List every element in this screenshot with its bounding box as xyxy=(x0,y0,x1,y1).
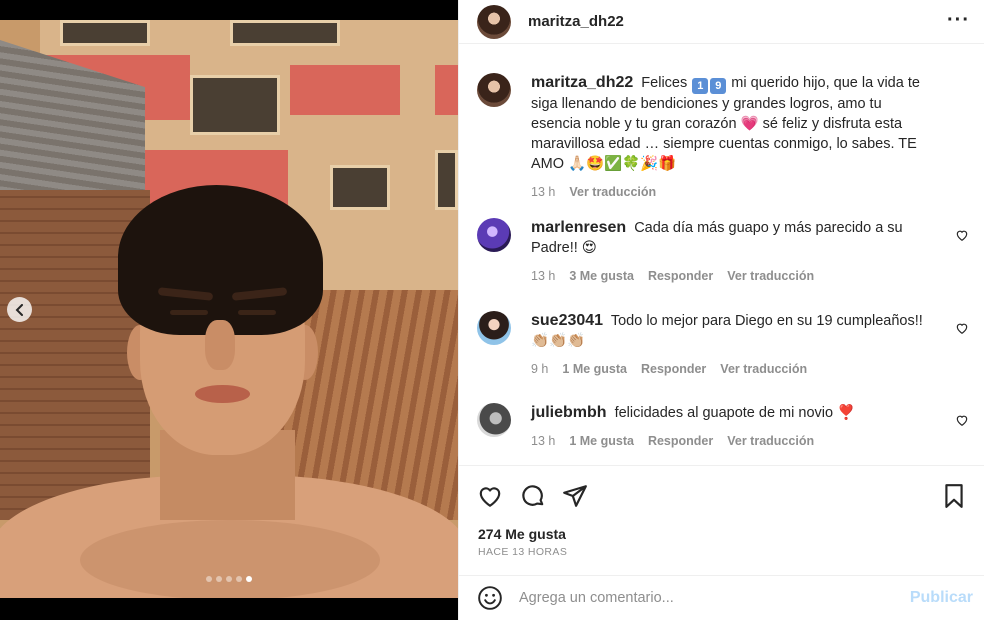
reply-link[interactable]: Responder xyxy=(641,359,706,379)
carousel-dot xyxy=(246,576,252,582)
comment-likes[interactable]: 1 Me gusta xyxy=(562,359,627,379)
comment-likes[interactable]: 1 Me gusta xyxy=(569,431,634,451)
comment-item: juliebmbh felicidades al guapote de mi n… xyxy=(477,385,969,451)
carousel-dot xyxy=(226,576,232,582)
bookmark-icon[interactable] xyxy=(941,483,967,509)
avatar[interactable] xyxy=(477,4,511,39)
caption-text-start: Felices xyxy=(641,75,688,91)
heart-icon[interactable] xyxy=(477,483,503,509)
avatar[interactable] xyxy=(477,218,511,252)
number-badge: 9 xyxy=(710,78,727,94)
comment-item: sue23041 Todo lo mejor para Diego en su … xyxy=(477,293,969,379)
post-photo xyxy=(0,20,458,598)
reply-link[interactable]: Responder xyxy=(648,266,713,286)
chevron-left-icon xyxy=(15,303,23,316)
reply-link[interactable]: Responder xyxy=(648,431,713,451)
carousel-dot xyxy=(216,576,222,582)
post-media xyxy=(0,0,458,620)
carousel-dots xyxy=(0,576,458,582)
heart-icon[interactable] xyxy=(955,228,969,242)
heart-icon[interactable] xyxy=(955,413,969,427)
heart-icon[interactable] xyxy=(955,321,969,335)
number-badge: 1 xyxy=(692,78,709,94)
post-actions: 274 Me gusta HACE 13 HORAS xyxy=(459,465,984,558)
translate-link[interactable]: Ver traducción xyxy=(720,359,807,379)
avatar[interactable] xyxy=(477,311,511,345)
caption-username[interactable]: maritza_dh22 xyxy=(531,74,633,91)
comment-username[interactable]: juliebmbh xyxy=(531,404,607,421)
more-options-button[interactable]: ··· xyxy=(947,9,970,31)
carousel-dot xyxy=(206,576,212,582)
post-panel: maritza_dh22 ··· maritza_dh22 Felices 19… xyxy=(458,0,984,620)
emoji-icon[interactable] xyxy=(477,585,503,611)
caption-time[interactable]: 13 h xyxy=(531,182,555,202)
post-header: maritza_dh22 ··· xyxy=(459,0,984,44)
carousel-dot xyxy=(236,576,242,582)
avatar[interactable] xyxy=(477,403,511,437)
comment-time[interactable]: 9 h xyxy=(531,359,548,379)
comment-input[interactable] xyxy=(519,590,879,606)
comment-likes[interactable]: 3 Me gusta xyxy=(569,266,634,286)
post-timestamp[interactable]: HACE 13 HORAS xyxy=(478,546,567,558)
more-horizontal-icon: ··· xyxy=(947,9,970,31)
caption: maritza_dh22 Felices 19 mi querido hijo,… xyxy=(477,55,969,202)
comment-text: felicidades al guapote de mi novio ❣️ xyxy=(614,405,856,421)
comment-time[interactable]: 13 h xyxy=(531,431,555,451)
publish-button[interactable]: Publicar xyxy=(910,589,973,607)
author-username[interactable]: maritza_dh22 xyxy=(528,13,624,30)
comment-icon[interactable] xyxy=(520,483,546,509)
translate-link[interactable]: Ver traducción xyxy=(727,431,814,451)
share-icon[interactable] xyxy=(562,483,588,509)
avatar[interactable] xyxy=(477,73,511,107)
carousel-prev-button[interactable] xyxy=(7,297,32,322)
translate-link[interactable]: Ver traducción xyxy=(569,182,656,202)
comments-list: maritza_dh22 Felices 19 mi querido hijo,… xyxy=(459,55,984,465)
comment-username[interactable]: sue23041 xyxy=(531,312,603,329)
comment-time[interactable]: 13 h xyxy=(531,266,555,286)
comment-item: marlenresen Cada día más guapo y más par… xyxy=(477,200,969,286)
comment-username[interactable]: marlenresen xyxy=(531,219,626,236)
add-comment-bar: Publicar xyxy=(459,575,984,620)
likes-count[interactable]: 274 Me gusta xyxy=(478,526,566,542)
translate-link[interactable]: Ver traducción xyxy=(727,266,814,286)
